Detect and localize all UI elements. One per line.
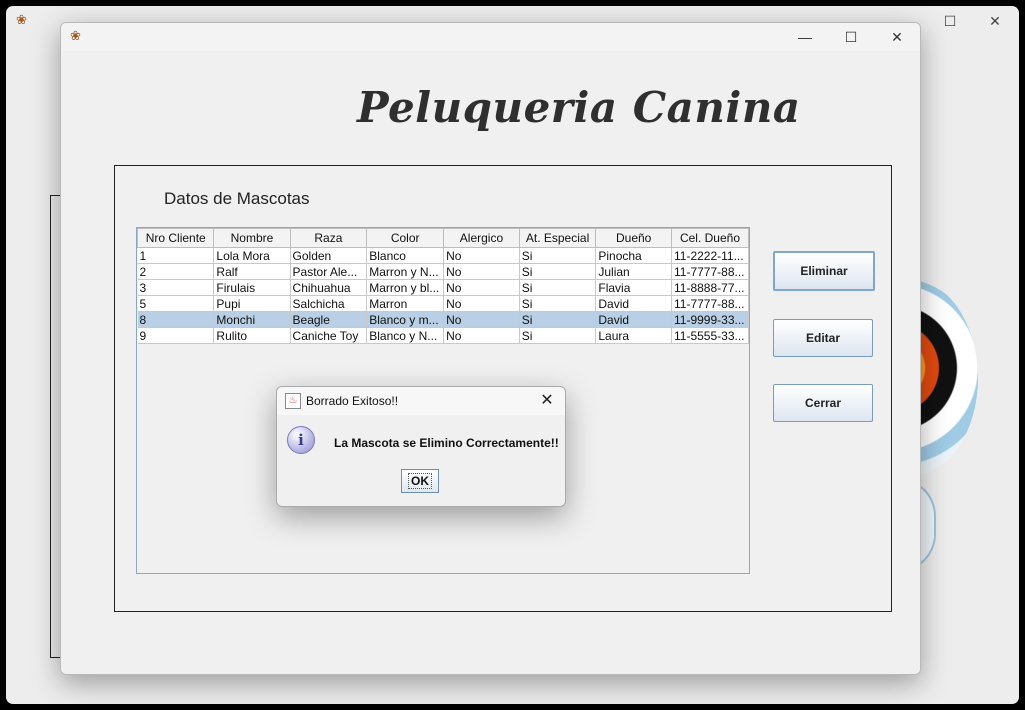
column-header[interactable]: Nombre bbox=[213, 228, 291, 248]
table-cell[interactable]: No bbox=[443, 279, 520, 296]
table-cell[interactable]: Salchicha bbox=[290, 295, 368, 312]
success-dialog: ♨ Borrado Exitoso!! ✕ i La Mascota se El… bbox=[276, 386, 566, 507]
close-button[interactable]: ✕ bbox=[875, 26, 919, 48]
panel-title: Datos de Mascotas bbox=[164, 189, 310, 208]
mascotas-table[interactable]: Nro Cliente Nombre Raza Color Alergico A… bbox=[136, 228, 749, 344]
table-cell[interactable]: Marron y N... bbox=[366, 263, 445, 280]
table-cell[interactable]: 3 bbox=[137, 279, 215, 296]
ok-label: OK bbox=[408, 473, 432, 489]
table-cell[interactable]: No bbox=[443, 327, 520, 344]
table-cell[interactable]: Rulito bbox=[213, 327, 291, 344]
table-cell[interactable]: Ralf bbox=[213, 263, 291, 280]
editar-button[interactable]: Editar bbox=[773, 319, 873, 357]
table-cell[interactable]: Pupi bbox=[213, 295, 291, 312]
table-row[interactable]: 5 Pupi Salchicha Marron No Si David 11-7777-88.… bbox=[137, 295, 749, 312]
column-header[interactable]: Dueño bbox=[595, 228, 672, 248]
table-cell[interactable]: No bbox=[443, 311, 520, 328]
table-cell[interactable]: No bbox=[443, 295, 520, 312]
table-cell[interactable]: David bbox=[595, 295, 672, 312]
table-cell[interactable]: 2 bbox=[137, 263, 215, 280]
column-header[interactable]: Alergico bbox=[443, 228, 520, 248]
table-cell[interactable]: Blanco y m... bbox=[366, 311, 445, 328]
table-cell[interactable]: Si bbox=[519, 247, 597, 264]
close-button[interactable]: ✕ bbox=[980, 10, 1010, 32]
table-cell[interactable]: Firulais bbox=[213, 279, 291, 296]
dialog-message: La Mascota se Elimino Correctamente!! bbox=[334, 436, 559, 450]
table-cell[interactable]: Pastor Ale... bbox=[290, 263, 368, 280]
table-cell[interactable]: Monchi bbox=[213, 311, 291, 328]
table-cell[interactable]: 11-7777-88... bbox=[671, 295, 749, 312]
table-cell[interactable]: Marron y bl... bbox=[366, 279, 445, 296]
column-header[interactable]: Cel. Dueño bbox=[671, 228, 749, 248]
table-cell[interactable]: Laura bbox=[595, 327, 672, 344]
table-cell[interactable]: Lola Mora bbox=[213, 247, 291, 264]
information-icon: i bbox=[287, 426, 315, 454]
table-row[interactable]: 8 Monchi Beagle Blanco y m... No Si David 11-99… bbox=[137, 311, 749, 328]
dialog-title-bar: ♨ Borrado Exitoso!! ✕ bbox=[277, 387, 565, 415]
table-cell[interactable]: Si bbox=[519, 311, 597, 328]
table-cell[interactable]: Blanco bbox=[366, 247, 445, 264]
table-cell[interactable]: No bbox=[443, 247, 520, 264]
paw-icon: ❀ bbox=[16, 12, 27, 27]
table-cell[interactable]: 9 bbox=[137, 327, 215, 344]
table-cell[interactable]: 11-5555-33... bbox=[671, 327, 749, 344]
table-row[interactable]: 2 Ralf Pastor Ale... Marron y N... No Si Julia… bbox=[137, 263, 749, 280]
column-header[interactable]: Color bbox=[366, 228, 445, 248]
table-cell[interactable]: Si bbox=[519, 327, 597, 344]
table-cell[interactable]: Flavia bbox=[595, 279, 672, 296]
table-cell[interactable]: 11-8888-77... bbox=[671, 279, 749, 296]
table-cell[interactable]: Caniche Toy bbox=[290, 327, 368, 344]
table-cell[interactable]: 1 bbox=[137, 247, 215, 264]
maximize-button[interactable]: ☐ bbox=[935, 10, 965, 32]
eliminar-button[interactable]: Eliminar bbox=[773, 251, 875, 291]
maximize-button[interactable]: ☐ bbox=[829, 26, 873, 48]
paw-icon: ❀ bbox=[70, 28, 81, 43]
minimize-button[interactable]: — bbox=[783, 26, 827, 48]
table-cell[interactable]: 11-9999-33... bbox=[671, 311, 749, 328]
table-cell[interactable]: 8 bbox=[137, 311, 215, 328]
table-cell[interactable]: 5 bbox=[137, 295, 215, 312]
table-cell[interactable]: Si bbox=[519, 279, 597, 296]
table-cell[interactable]: Si bbox=[519, 295, 597, 312]
table-cell[interactable]: Beagle bbox=[290, 311, 368, 328]
table-row[interactable]: 1 Lola Mora Golden Blanco No Si Pinocha 11-2222… bbox=[137, 247, 749, 264]
table-cell[interactable]: Julian bbox=[595, 263, 672, 280]
column-header[interactable]: Raza bbox=[289, 228, 368, 248]
table-cell[interactable]: 11-7777-88... bbox=[671, 263, 749, 280]
table-cell[interactable]: Chihuahua bbox=[290, 279, 368, 296]
table-cell[interactable]: Marron bbox=[366, 295, 445, 312]
table-cell[interactable]: Si bbox=[519, 263, 597, 280]
app-title: Peluqueria Canina bbox=[357, 83, 801, 132]
table-cell[interactable]: 11-2222-11... bbox=[671, 247, 749, 264]
dialog-close-button[interactable]: ✕ bbox=[535, 390, 559, 412]
cerrar-button[interactable]: Cerrar bbox=[773, 384, 873, 422]
ok-button[interactable]: OK bbox=[401, 469, 439, 493]
table-cell[interactable]: No bbox=[443, 263, 520, 280]
java-icon: ♨ bbox=[285, 393, 301, 409]
table-cell[interactable]: David bbox=[595, 311, 672, 328]
table-row[interactable]: 3 Firulais Chihuahua Marron y bl... No Si Flav… bbox=[137, 279, 749, 296]
table-cell[interactable]: Golden bbox=[290, 247, 368, 264]
main-window: ❀ — ☐ ✕ Peluqueria Canina Datos de Masco… bbox=[60, 22, 921, 675]
dialog-title: Borrado Exitoso!! bbox=[306, 394, 399, 408]
title-bar: ❀ — ☐ ✕ bbox=[61, 23, 920, 51]
table-row[interactable]: 9 Rulito Caniche Toy Blanco y N... No Si Laura… bbox=[137, 327, 749, 344]
table-cell[interactable]: Blanco y N... bbox=[366, 327, 445, 344]
column-header[interactable]: Nro Cliente bbox=[136, 228, 215, 248]
column-header[interactable]: At. Especial bbox=[518, 228, 597, 248]
table-cell[interactable]: Pinocha bbox=[595, 247, 672, 264]
table-header-row: Nro Cliente Nombre Raza Color Alergico A… bbox=[136, 228, 749, 248]
